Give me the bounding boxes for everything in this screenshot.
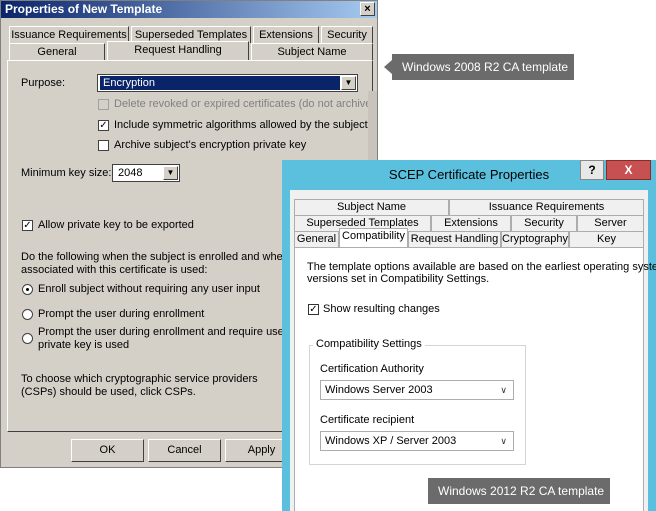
certification-authority-value: Windows Server 2003 [325,384,433,396]
tab-request-handling[interactable]: Request Handling [408,231,501,247]
enroll-description-line1: Do the following when the subject is enr… [21,251,308,263]
tab-server[interactable]: Server [577,215,644,231]
tab-subject-name[interactable]: Subject Name [251,43,373,60]
new-close-button[interactable]: X [606,160,651,180]
compat-description-line1: The template options available are based… [307,261,656,273]
tab-request-handling[interactable]: Request Handling [107,41,249,61]
tab-extensions[interactable]: Extensions [253,26,319,43]
compat-description-line2: versions set in Compatibility Settings. [307,273,490,285]
tab-security[interactable]: Security [321,26,373,43]
certification-authority-combo[interactable]: Windows Server 2003 ∨ [320,380,514,400]
purpose-value: Encryption [100,76,340,90]
radio-prompt-user[interactable] [22,309,33,320]
radio-prompt-require-input-label-2: private key is used [38,339,130,351]
tab-general[interactable]: General [9,43,105,60]
tab-extensions[interactable]: Extensions [431,215,511,231]
archive-private-key-label: Archive subject's encryption private key [114,139,307,151]
show-resulting-changes-checkbox[interactable]: ✓ [308,304,319,315]
enroll-description-line2: associated with this certificate is used… [21,264,208,276]
cancel-button[interactable]: Cancel [148,439,221,462]
purpose-combo[interactable]: Encryption ▼ [97,74,358,92]
ok-button[interactable]: OK [71,439,144,462]
show-resulting-changes-label: Show resulting changes [323,303,440,315]
scep-certificate-properties-dialog: SCEP Certificate Properties ? X Subject … [282,160,656,511]
tab-cryptography[interactable]: Cryptography [501,231,569,247]
compatibility-panel: The template options available are based… [294,247,656,511]
purpose-label: Purpose: [21,77,66,89]
tab-subject-name[interactable]: Subject Name [294,199,449,215]
old-close-button[interactable]: × [360,2,375,16]
certificate-recipient-combo[interactable]: Windows XP / Server 2003 ∨ [320,431,514,451]
chevron-down-icon[interactable]: ▼ [163,166,178,180]
symmetric-algorithms-checkbox[interactable]: ✓ [98,120,109,131]
tab-security[interactable]: Security [511,215,577,231]
certificate-recipient-value: Windows XP / Server 2003 [325,435,457,447]
delete-revoked-checkbox[interactable] [98,99,109,110]
csp-description-line1: To choose which cryptographic service pr… [21,373,258,385]
tab-compatibility[interactable]: Compatibility [339,228,408,247]
radio-prompt-require-input[interactable] [22,333,33,344]
allow-export-checkbox[interactable]: ✓ [22,220,33,231]
symmetric-algorithms-label: Include symmetric algorithms allowed by … [114,119,368,131]
tab-issuance-requirements[interactable]: Issuance Requirements [449,199,644,215]
min-key-size-label: Minimum key size: [21,167,112,179]
radio-prompt-require-input-label: Prompt the user during enrollment and re… [38,326,312,338]
chevron-down-icon: ∨ [500,436,507,446]
delete-revoked-label: Delete revoked or expired certificates (… [114,98,376,110]
help-button[interactable]: ? [580,160,604,180]
tab-general[interactable]: General [294,231,339,247]
chevron-down-icon: ∨ [500,385,507,395]
callout-pointer [384,60,392,74]
allow-export-label: Allow private key to be exported [38,219,194,231]
archive-private-key-checkbox[interactable] [98,140,109,151]
callout-2012-label: Windows 2012 R2 CA template [428,478,610,504]
min-key-size-value: 2048 [118,167,143,179]
certification-authority-label: Certification Authority [320,363,424,375]
old-dialog-title: Properties of New Template [1,1,377,18]
certificate-recipient-label: Certificate recipient [320,414,415,426]
min-key-size-combo[interactable]: 2048 ▼ [112,164,180,182]
new-dialog-body: Subject Name Issuance Requirements Super… [290,190,656,511]
radio-enroll-without-input-label: Enroll subject without requiring any use… [38,283,260,295]
tab-key-attestation[interactable]: Key Attestation [569,231,644,260]
compatibility-settings-label: Compatibility Settings [313,338,425,350]
csp-description-line2: (CSPs) should be used, click CSPs. [21,386,196,398]
radio-prompt-user-label: Prompt the user during enrollment [38,308,205,320]
chevron-down-icon[interactable]: ▼ [341,76,356,90]
callout-2008-label: Windows 2008 R2 CA template [392,54,574,80]
radio-enroll-without-input[interactable] [22,284,33,295]
